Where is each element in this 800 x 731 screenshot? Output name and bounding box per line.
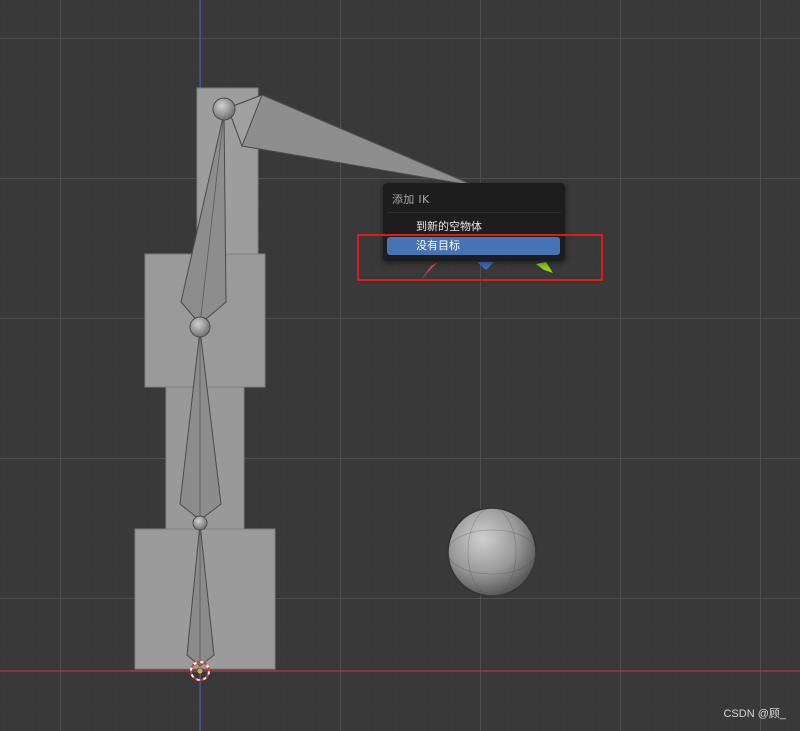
menu-title: 添加 IK [392,193,430,206]
joint-top [212,97,236,121]
menu-separator [387,212,561,213]
sphere-mesh[interactable] [447,507,537,597]
joint-middle [192,515,208,531]
joint-upper [189,316,211,338]
scene-layer [0,0,800,731]
3d-viewport[interactable]: 添加 IK 到新的空物体 没有目标 CSDN @顾_ [0,0,800,731]
annotation-highlight-box [357,234,603,281]
watermark-text: CSDN @顾_ [723,708,786,720]
bone-4 [227,94,476,187]
